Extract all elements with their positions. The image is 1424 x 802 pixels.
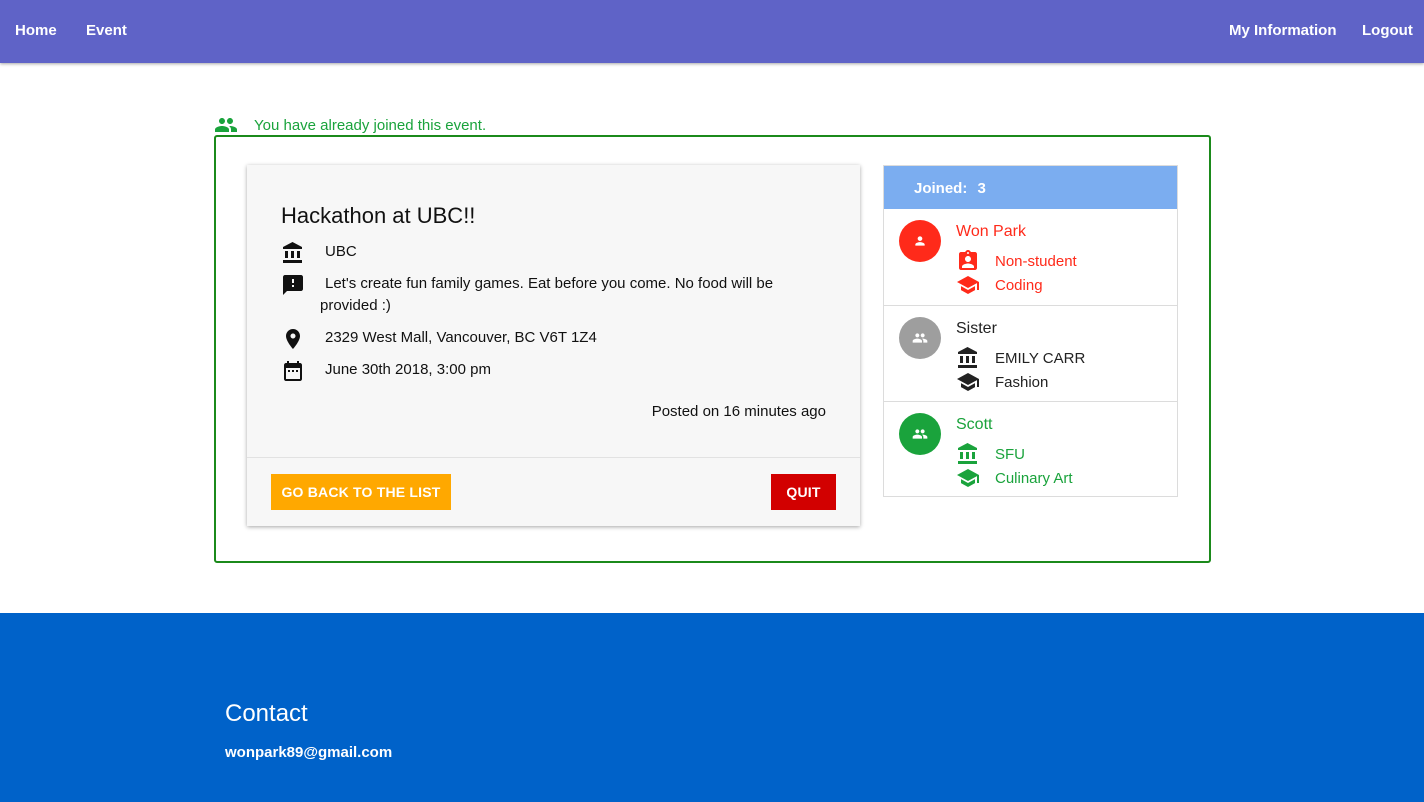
contact-email[interactable]: wonpark89@gmail.com [225,744,392,761]
event-address: 2329 West Mall, Vancouver, BC V6T 1Z4 [325,329,597,346]
institution-icon [956,442,980,466]
group-icon [912,330,928,346]
member-status-row: Non-student [956,249,1077,273]
nav-home-link[interactable]: Home [15,22,57,39]
event-location-name: UBC [325,243,357,260]
member-avatar [899,317,941,359]
event-address-row: 2329 West Mall, Vancouver, BC V6T 1Z4 [281,327,597,351]
event-datetime: June 30th 2018, 3:00 pm [325,361,491,378]
joined-members-panel: Joined: 3 Won Park Non-student Coding Si… [883,165,1178,497]
event-date-row: June 30th 2018, 3:00 pm [281,359,491,383]
joined-members-header: Joined: 3 [884,166,1177,209]
contact-title: Contact [225,700,308,727]
card-divider [247,457,860,458]
event-location-row: UBC [281,241,357,265]
member-school-row: EMILY CARR [956,346,1085,370]
event-title: Hackathon at UBC!! [281,203,476,228]
nav-event-link[interactable]: Event [86,22,127,39]
event-card: Hackathon at UBC!! UBC Let's create fun … [247,165,860,526]
member-name: Sister [956,320,997,337]
quit-button[interactable]: QUIT [771,474,836,510]
back-to-list-button[interactable]: GO BACK TO THE LIST [271,474,451,510]
group-icon [214,113,238,137]
member-avatar [899,413,941,455]
joined-label: Joined: [914,180,968,197]
graduation-cap-icon [956,273,980,297]
member-name: Scott [956,416,993,433]
member-field-row: Culinary Art [956,466,1073,490]
feedback-icon [281,273,305,297]
joined-count: 3 [977,180,986,197]
event-description-row: Let's create fun family games. Eat befor… [281,273,801,317]
location-pin-icon [281,327,305,351]
member-school: SFU [995,445,1025,463]
member-field: Fashion [995,373,1049,391]
joined-notice: You have already joined this event. [214,115,486,135]
nav-my-information-link[interactable]: My Information [1229,22,1337,39]
member-field-row: Fashion [956,370,1048,394]
top-navbar: Home Event My Information Logout [0,0,1424,63]
graduation-cap-icon [956,370,980,394]
member-field: Coding [995,276,1043,294]
group-icon [912,426,928,442]
member-avatar [899,220,941,262]
nav-logout-link[interactable]: Logout [1362,22,1413,39]
graduation-cap-icon [956,466,980,490]
member-school: EMILY CARR [995,349,1086,367]
member-list-item[interactable]: Sister EMILY CARR Fashion [884,305,1177,401]
footer: Contact wonpark89@gmail.com [0,613,1424,802]
member-name: Won Park [956,223,1026,240]
member-field: Culinary Art [995,469,1073,487]
institution-icon [281,241,305,265]
joined-notice-text: You have already joined this event. [254,116,487,134]
member-status: Non-student [995,252,1077,270]
event-posted-time: Posted on 16 minutes ago [651,403,826,420]
person-icon [913,234,927,248]
member-field-row: Coding [956,273,1043,297]
member-list-item[interactable]: Won Park Non-student Coding [884,209,1177,305]
institution-icon [956,346,980,370]
event-description: Let's create fun family games. Eat befor… [320,275,774,314]
member-list-item[interactable]: Scott SFU Culinary Art [884,401,1177,497]
badge-icon [956,249,980,273]
calendar-icon [281,359,305,383]
member-school-row: SFU [956,442,1025,466]
